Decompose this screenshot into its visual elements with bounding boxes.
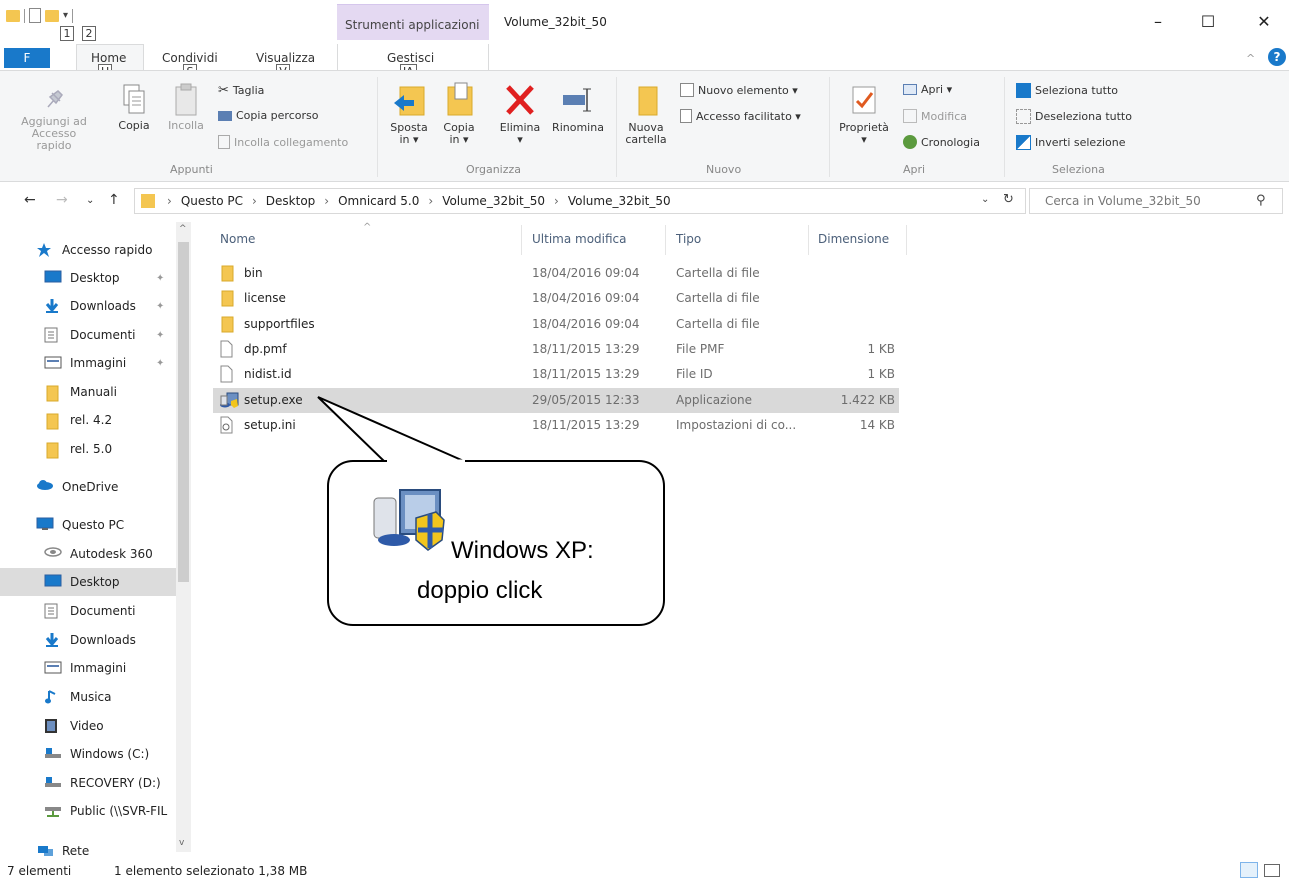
- selection-info: 1 elemento selezionato 1,38 MB: [114, 864, 308, 878]
- status-bar: 7 elementi 1 elemento selezionato 1,38 M…: [0, 862, 1289, 881]
- callout-pointer-cover: [387, 459, 465, 463]
- item-count: 7 elementi: [7, 864, 72, 878]
- installer-icon: [373, 489, 445, 551]
- callout-subtitle: doppio click: [417, 577, 543, 604]
- large-icons-view-icon[interactable]: [1264, 864, 1280, 877]
- callout-title: Windows XP:: [451, 537, 594, 564]
- details-view-icon[interactable]: [1240, 862, 1258, 878]
